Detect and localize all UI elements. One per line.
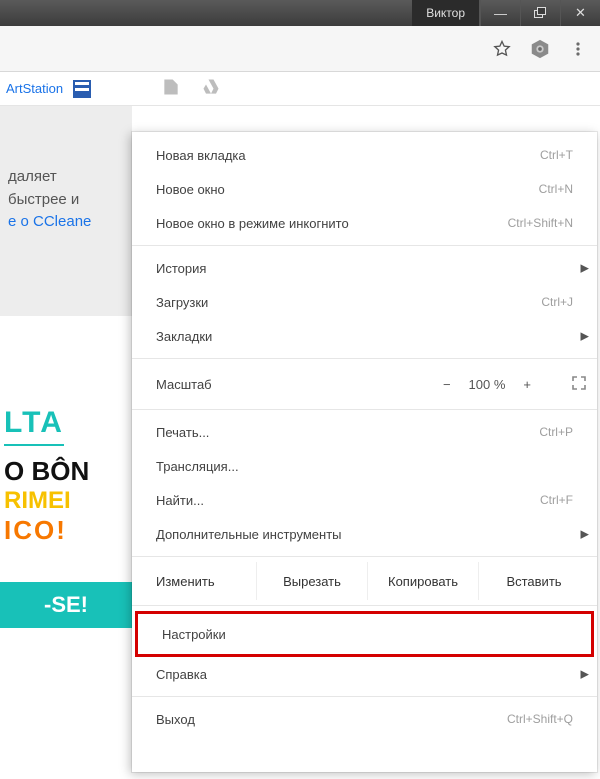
menu-new-window[interactable]: Новое окно Ctrl+N [132,172,597,206]
menu-cast[interactable]: Трансляция... [132,449,597,483]
menu-label: Выход [156,712,195,727]
menu-paste[interactable]: Вставить [478,562,589,600]
menu-separator [132,409,597,410]
bookmark-artstation[interactable]: ArtStation [6,81,63,96]
ad-ccleaner: даляет быстрее и е о CCleane [0,106,132,316]
extension-eye-icon[interactable] [528,37,552,61]
menu-label: Справка [156,667,207,682]
maximize-button[interactable] [520,0,560,26]
menu-padding [132,736,597,766]
menu-label: Найти... [156,493,204,508]
page-content-strip: даляет быстрее и е о CCleane LTA O BÔN R… [0,106,132,779]
menu-label: Новая вкладка [156,148,246,163]
menu-label: Загрузки [156,295,208,310]
ad-text: LTA [4,406,128,440]
profile-name: Виктор [426,6,465,20]
menu-label: Настройки [162,627,226,642]
menu-shortcut: Ctrl+N [539,182,573,196]
menu-new-tab[interactable]: Новая вкладка Ctrl+T [132,138,597,172]
menu-print[interactable]: Печать... Ctrl+P [132,415,597,449]
menu-exit[interactable]: Выход Ctrl+Shift+Q [132,702,597,736]
browser-toolbar [0,26,600,72]
maximize-icon [534,6,547,21]
menu-copy[interactable]: Копировать [367,562,478,600]
close-button[interactable]: ✕ [560,0,600,26]
menu-edit-row: Изменить Вырезать Копировать Вставить [132,562,597,600]
minimize-icon: — [494,6,507,21]
fullscreen-icon[interactable] [571,375,587,394]
menu-find[interactable]: Найти... Ctrl+F [132,483,597,517]
menu-label: Печать... [156,425,209,440]
menu-label: История [156,261,206,276]
zoom-label: Масштаб [156,377,443,392]
chevron-right-icon: ▶ [581,262,589,275]
zoom-value: 100 % [469,377,506,392]
menu-shortcut: Ctrl+Shift+N [508,216,573,230]
drive-icon[interactable] [201,77,221,100]
menu-shortcut: Ctrl+Shift+Q [507,712,573,726]
menu-separator [132,245,597,246]
window-titlebar: Виктор — ✕ [0,0,600,26]
bookmarks-bar: ArtStation [0,72,600,106]
ad-line: даляет [8,166,124,189]
menu-downloads[interactable]: Загрузки Ctrl+J [132,285,597,319]
zoom-in-button[interactable]: + [523,377,531,392]
menu-shortcut: Ctrl+T [540,148,573,162]
menu-shortcut: Ctrl+J [541,295,573,309]
menu-label: Новое окно в режиме инкогнито [156,216,349,231]
menu-more-tools[interactable]: Дополнительные инструменты ▶ [132,517,597,551]
menu-separator [132,605,597,606]
profile-chip[interactable]: Виктор [412,0,480,26]
ad-divider [4,444,64,446]
ad-crypto: LTA O BÔN RIMEI ICO! [0,406,132,546]
menu-label: Новое окно [156,182,225,197]
ad-text: RIMEI [4,487,128,515]
ad-line: быстрее и [8,189,124,212]
menu-zoom-row: Масштаб − 100 % + [132,364,597,404]
menu-cut[interactable]: Вырезать [256,562,367,600]
menu-shortcut: Ctrl+F [540,493,573,507]
chevron-right-icon: ▶ [581,528,589,541]
ad-link[interactable]: е о CCleane [8,211,124,234]
minimize-button[interactable]: — [480,0,520,26]
close-icon: ✕ [575,5,586,21]
menu-label: Дополнительные инструменты [156,527,342,542]
menu-history[interactable]: История ▶ [132,251,597,285]
menu-button[interactable] [566,37,590,61]
chevron-right-icon: ▶ [581,668,589,681]
kebab-menu-icon [570,41,586,57]
settings-highlight: Настройки [135,611,594,657]
menu-label: Трансляция... [156,459,239,474]
ad-text: O BÔN [4,456,128,487]
menu-separator [132,556,597,557]
edit-label: Изменить [156,574,256,589]
menu-separator [132,358,597,359]
bookmark-favicon[interactable] [73,80,91,98]
ad-cta-button[interactable]: -SE! [0,582,132,628]
menu-help[interactable]: Справка ▶ [132,657,597,691]
menu-shortcut: Ctrl+P [539,425,573,439]
menu-incognito[interactable]: Новое окно в режиме инкогнито Ctrl+Shift… [132,206,597,240]
bookmark-star-icon[interactable] [490,37,514,61]
menu-bookmarks[interactable]: Закладки ▶ [132,319,597,353]
menu-separator [132,696,597,697]
chrome-main-menu: Новая вкладка Ctrl+T Новое окно Ctrl+N Н… [132,132,597,772]
pdf-icon[interactable] [161,77,181,100]
menu-label: Закладки [156,329,212,344]
zoom-out-button[interactable]: − [443,377,451,392]
menu-settings[interactable]: Настройки [138,614,591,654]
chevron-right-icon: ▶ [581,330,589,343]
ad-text: ICO! [4,515,128,546]
